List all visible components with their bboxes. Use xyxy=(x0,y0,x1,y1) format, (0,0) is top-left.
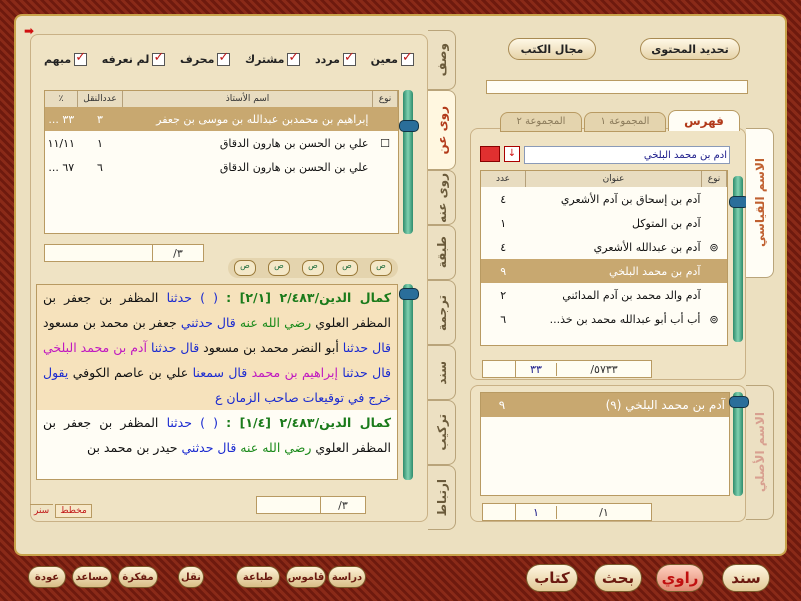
transfer-button[interactable]: نقل xyxy=(178,566,204,588)
mini-button[interactable]: ص xyxy=(234,260,256,276)
checkbox-icon[interactable] xyxy=(287,50,301,66)
table-row[interactable]: ١١/١١ ١ علي بن الحسن بن هارون الدقاق ☐ xyxy=(45,131,398,155)
tab-tarjama[interactable]: ترجمة xyxy=(428,280,456,345)
table-row[interactable]: ٦ أب أب أبو عبدالله محمد بن خذ... ⊚ xyxy=(481,307,727,331)
help-button[interactable]: مساعد xyxy=(72,566,112,588)
scroll-knob[interactable] xyxy=(399,120,419,132)
col-type[interactable]: نوع xyxy=(701,171,727,187)
original-scrollbar[interactable] xyxy=(729,392,749,496)
original-name-list: آدم بن محمد البلخي (٩) ٩ xyxy=(480,392,730,496)
study-button[interactable]: دراسة xyxy=(328,566,366,588)
teacher-table-grid: ٪ عددالنقل اسم الأستاذ نوع ٣٣ ... ٣ إبرا… xyxy=(45,91,398,179)
tab-tarkib[interactable]: تركيب xyxy=(428,400,456,465)
col-title[interactable]: عنوان xyxy=(525,171,702,187)
book-scope-button[interactable]: مجال الكتب xyxy=(508,38,596,60)
search-row: ↓ xyxy=(480,146,730,164)
tab-standard-name[interactable]: الاسم القياسي xyxy=(746,128,774,278)
col-pct[interactable]: ٪ xyxy=(45,91,78,107)
table-row[interactable]: ٩ آدم بن محمد البلخي xyxy=(481,259,727,283)
print-button[interactable]: طباعة xyxy=(236,566,280,588)
table-row[interactable]: ٦٧ ... ٦ علي بن الحسن بن هارون الدقاق xyxy=(45,155,398,179)
table-row[interactable]: ١ آدم بن المتوكل xyxy=(481,211,727,235)
teacher-table: ٪ عددالنقل اسم الأستاذ نوع ٣٣ ... ٣ إبرا… xyxy=(44,90,399,234)
checkbox-icon[interactable] xyxy=(342,50,356,66)
hadith-block-2: كمال الدين/٢/٤٨٣ [١/٤] : ( ) حدثنا المظف… xyxy=(43,415,391,455)
book-button[interactable]: كتاب xyxy=(526,564,578,592)
teacher-counter: ٣/ xyxy=(44,244,204,262)
hadith-block-1: كمال الدين/٢/٤٨٣ [٢/١] : ( ) حدثنا المظف… xyxy=(37,285,397,410)
mini-button[interactable]: ص xyxy=(268,260,290,276)
table-row[interactable]: ٤ آدم بن عبدالله الأشعري ⊚ xyxy=(481,235,727,259)
table-row[interactable]: ٢ آدم والد محمد بن آدم المدائني xyxy=(481,283,727,307)
filter-muraddad[interactable]: مردد xyxy=(315,50,356,66)
filter-mubham[interactable]: مبهم xyxy=(44,50,88,66)
search-input[interactable] xyxy=(524,146,730,164)
tab-tabaqa[interactable]: طبقة xyxy=(428,225,456,280)
index-table: عدد عنوان نوع ٤ آدم بن إسحاق بن آدم الأشع… xyxy=(480,170,728,346)
tab-rawa-an[interactable]: روى عن xyxy=(428,90,456,170)
tab-original-name[interactable]: الاسم الأصلي xyxy=(746,385,774,520)
text-counter: ٣/ xyxy=(256,496,366,514)
right-tabs: فهرس المجموعة ١ المجموعة ٢ xyxy=(486,110,740,132)
tab-wasf[interactable]: وصف xyxy=(428,30,456,90)
tab-fihris[interactable]: فهرس xyxy=(668,110,740,131)
scroll-knob[interactable] xyxy=(729,396,749,408)
checkbox-icon[interactable] xyxy=(74,50,88,66)
update-content-button[interactable]: تحديد المحتوى xyxy=(640,38,740,60)
tab-mukhattat[interactable]: مخطط xyxy=(55,504,92,518)
tab-group-1[interactable]: المجموعة ١ xyxy=(584,112,666,132)
col-count[interactable]: عدد xyxy=(481,171,526,187)
notebook-button[interactable]: مفكرة xyxy=(118,566,158,588)
narrator-button[interactable]: راوي xyxy=(656,564,704,592)
checkbox-icon[interactable] xyxy=(152,50,166,66)
mini-toolbar: ص ص ص ص ص xyxy=(228,258,398,278)
tab-rawa-anhu[interactable]: روى عنه xyxy=(428,170,456,225)
back-button[interactable]: عودة xyxy=(28,566,66,588)
text-tabs: سنر مخطط xyxy=(30,504,92,518)
mini-button[interactable]: ص xyxy=(302,260,324,276)
index-scrollbar[interactable] xyxy=(729,176,749,342)
index-table-grid: عدد عنوان نوع ٤ آدم بن إسحاق بن آدم الأشع… xyxy=(481,171,727,331)
dictionary-button[interactable]: قاموس xyxy=(286,566,326,588)
table-row[interactable]: ٣٣ ... ٣ إبراهيم بن محمدبن عبدالله بن مو… xyxy=(45,107,398,131)
mini-button[interactable]: ص xyxy=(370,260,392,276)
hadith-scrollbar[interactable] xyxy=(399,284,419,480)
table-row[interactable]: ٤ آدم بن إسحاق بن آدم الأشعري xyxy=(481,187,727,211)
checkbox-icon[interactable] xyxy=(400,50,414,66)
filter-mushtarak[interactable]: مشترك xyxy=(245,50,301,66)
col-name[interactable]: اسم الأستاذ xyxy=(122,91,373,107)
tab-sitr[interactable]: سنر xyxy=(30,504,54,518)
col-type[interactable]: نوع xyxy=(372,91,398,107)
col-count[interactable]: عددالنقل xyxy=(77,91,123,107)
keyboard-icon[interactable] xyxy=(480,146,500,162)
filter-muharraf[interactable]: محرف xyxy=(180,50,231,66)
filter-row: معين مردد مشترك محرف لم نعرفه مبهم xyxy=(44,48,414,70)
index-counter: ٣٣ ٥٧٣٣/ xyxy=(482,360,652,378)
original-counter: ١ ١/ xyxy=(482,503,652,521)
search-button[interactable]: بحث xyxy=(594,564,642,592)
tab-group-2[interactable]: المجموعة ٢ xyxy=(500,112,582,132)
list-item[interactable]: آدم بن محمد البلخي (٩) ٩ xyxy=(481,393,729,417)
tab-sanad[interactable]: سند xyxy=(428,345,456,400)
checkbox-icon[interactable] xyxy=(217,50,231,66)
filter-muayyan[interactable]: معين xyxy=(371,50,414,66)
filter-unknown[interactable]: لم نعرفه xyxy=(102,50,166,66)
mini-button[interactable]: ص xyxy=(336,260,358,276)
hadith-text: كمال الدين/٢/٤٨٣ [٢/١] : ( ) حدثنا المظف… xyxy=(36,284,398,480)
scroll-knob[interactable] xyxy=(399,288,419,300)
sanad-button[interactable]: سند xyxy=(722,564,770,592)
arrow-down-icon[interactable]: ↓ xyxy=(504,146,520,162)
teacher-table-scrollbar[interactable] xyxy=(399,90,419,234)
ornament-bar xyxy=(486,80,748,94)
tab-irtibat[interactable]: ارتباط xyxy=(428,465,456,530)
